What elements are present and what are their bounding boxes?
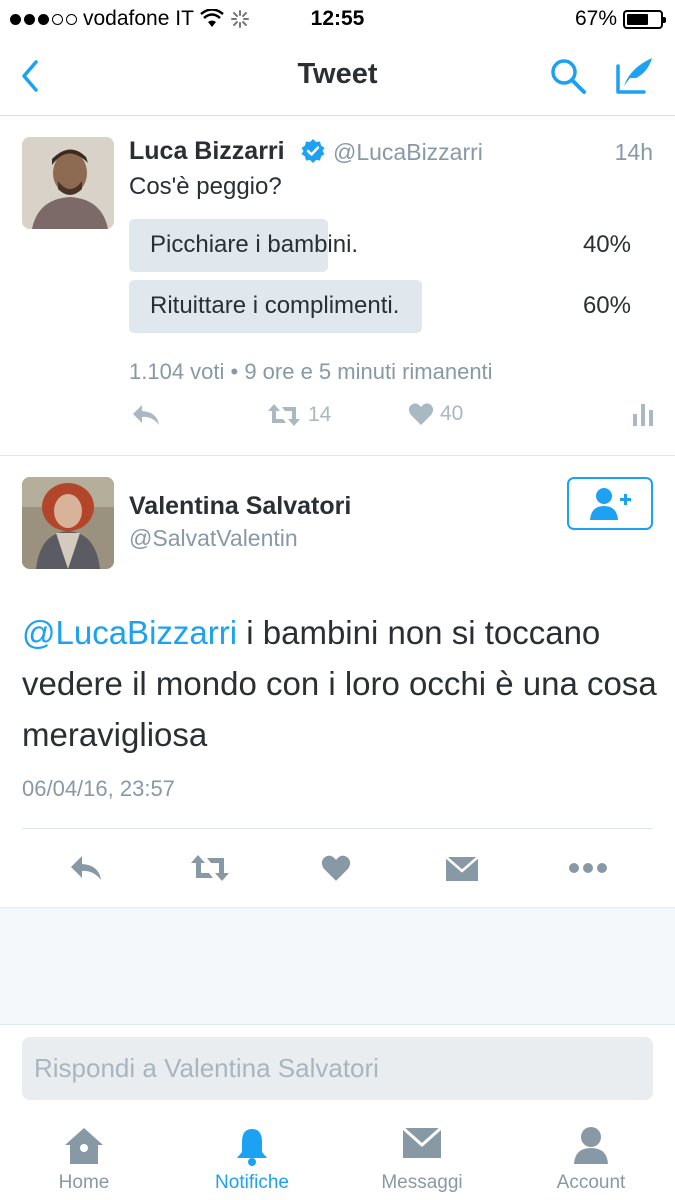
person-icon — [574, 1127, 608, 1164]
battery-icon — [623, 9, 666, 29]
compose-tweet-icon[interactable] — [614, 54, 656, 96]
divider — [22, 828, 653, 829]
reply-bar — [0, 1024, 675, 1112]
tab-label: Messaggi — [381, 1172, 463, 1193]
battery-group: 67% — [574, 7, 666, 31]
verified-badge-icon — [301, 139, 325, 163]
tab-bar: Home Notifiche Messaggi Account — [0, 1112, 675, 1200]
poll-option: Picchiare i bambini. 40% — [129, 219, 653, 272]
avatar-photo — [22, 137, 114, 229]
heart-icon — [321, 855, 351, 881]
tweet-text: Cos'è peggio? — [129, 173, 282, 200]
poll-option-label: Rituittare i complimenti. — [150, 292, 400, 319]
tweet-actions — [0, 846, 675, 890]
retweet-icon — [191, 855, 229, 881]
follow-button[interactable] — [567, 477, 653, 530]
reply-button[interactable] — [130, 402, 162, 428]
more-dots-icon — [569, 863, 607, 873]
author-name[interactable]: Luca Bizzarri — [129, 137, 285, 166]
tab-label: Home — [58, 1172, 110, 1193]
poll-meta: 1.104 voti • 9 ore e 5 minuti rimanenti — [129, 359, 493, 384]
reply-icon — [133, 405, 159, 425]
poll-option-percent: 60% — [582, 292, 631, 319]
retweet-button[interactable]: 14 — [266, 402, 331, 428]
author-handle[interactable]: @LucaBizzarri — [333, 139, 483, 166]
status-bar: vodafone IT 12:55 67% — [0, 0, 675, 38]
tweet-text: @LucaBizzarri i bambini non si toccano v… — [22, 607, 662, 760]
mention-link[interactable]: @LucaBizzarri — [22, 614, 237, 651]
retweet-count: 14 — [308, 403, 332, 426]
empty-replies-area — [0, 907, 675, 1024]
direct-message-button[interactable] — [440, 846, 484, 890]
divider — [0, 455, 675, 456]
like-button[interactable]: 40 — [408, 402, 463, 426]
author-handle[interactable]: @SalvatValentin — [129, 525, 298, 552]
tab-home[interactable]: Home — [0, 1112, 168, 1200]
retweet-button[interactable] — [188, 846, 232, 890]
poll-option-label: Picchiare i bambini. — [150, 231, 359, 258]
tab-label: Account — [556, 1172, 626, 1193]
analytics-button[interactable] — [632, 402, 654, 426]
reply-input[interactable] — [22, 1037, 653, 1100]
avatar-photo — [22, 477, 114, 569]
clock: 12:55 — [310, 7, 365, 30]
poll-option-percent: 40% — [582, 231, 631, 258]
avatar[interactable] — [22, 137, 114, 229]
tab-account[interactable]: Account — [507, 1112, 675, 1200]
add-user-icon — [590, 487, 631, 520]
envelope-icon — [445, 856, 479, 881]
navigation-bar: Tweet — [0, 38, 675, 116]
envelope-icon — [402, 1126, 442, 1158]
like-count: 40 — [440, 402, 464, 425]
tweet-date: 06/04/16, 23:57 — [22, 776, 175, 801]
home-icon — [65, 1128, 103, 1164]
poll-option: Rituittare i complimenti. 60% — [129, 280, 653, 333]
tweet-actions: 14 40 — [0, 402, 675, 442]
search-icon[interactable] — [548, 56, 588, 96]
reply-icon — [71, 856, 101, 880]
like-button[interactable] — [314, 846, 358, 890]
reply-button[interactable] — [64, 846, 108, 890]
tweet-timestamp: 14h — [614, 139, 653, 165]
avatar[interactable] — [22, 477, 114, 569]
tab-messages[interactable]: Messaggi — [338, 1112, 506, 1200]
analytics-icon — [633, 404, 653, 426]
retweet-icon — [268, 404, 300, 426]
more-options-button[interactable] — [566, 846, 610, 890]
heart-icon — [408, 403, 434, 425]
tab-notifications[interactable]: Notifiche — [168, 1112, 336, 1200]
author-name[interactable]: Valentina Salvatori — [129, 492, 351, 521]
battery-percent: 67% — [574, 7, 617, 30]
tab-label: Notifiche — [215, 1172, 289, 1193]
bell-icon — [237, 1129, 267, 1166]
